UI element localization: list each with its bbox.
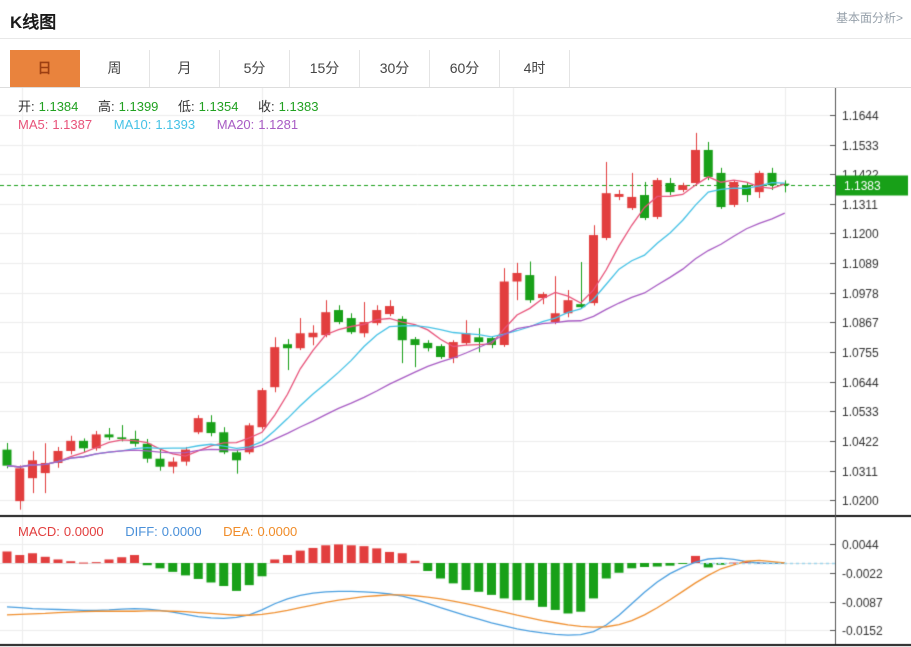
interval-tab-bar: 日 周 月 5分 15分 30分 60分 4时 [0, 50, 911, 88]
page-header: K线图 基本面分析> [0, 0, 911, 39]
tab-day[interactable]: 日 [10, 50, 80, 87]
tab-week[interactable]: 周 [80, 50, 150, 87]
tab-4hour[interactable]: 4时 [500, 50, 570, 87]
tab-15min[interactable]: 15分 [290, 50, 360, 87]
tab-30min[interactable]: 30分 [360, 50, 430, 87]
tab-month[interactable]: 月 [150, 50, 220, 87]
kline-page: K线图 基本面分析> 日 周 月 5分 15分 30分 60分 4时 开:1.1… [0, 0, 911, 647]
chart-region: 开:1.1384 高:1.1399 低:1.1354 收:1.1383 MA5:… [0, 88, 911, 647]
kline-chart-canvas[interactable] [0, 88, 911, 647]
fundamental-analysis-link[interactable]: 基本面分析> [836, 9, 903, 26]
page-title: K线图 [10, 8, 56, 33]
tab-5min[interactable]: 5分 [220, 50, 290, 87]
tab-60min[interactable]: 60分 [430, 50, 500, 87]
